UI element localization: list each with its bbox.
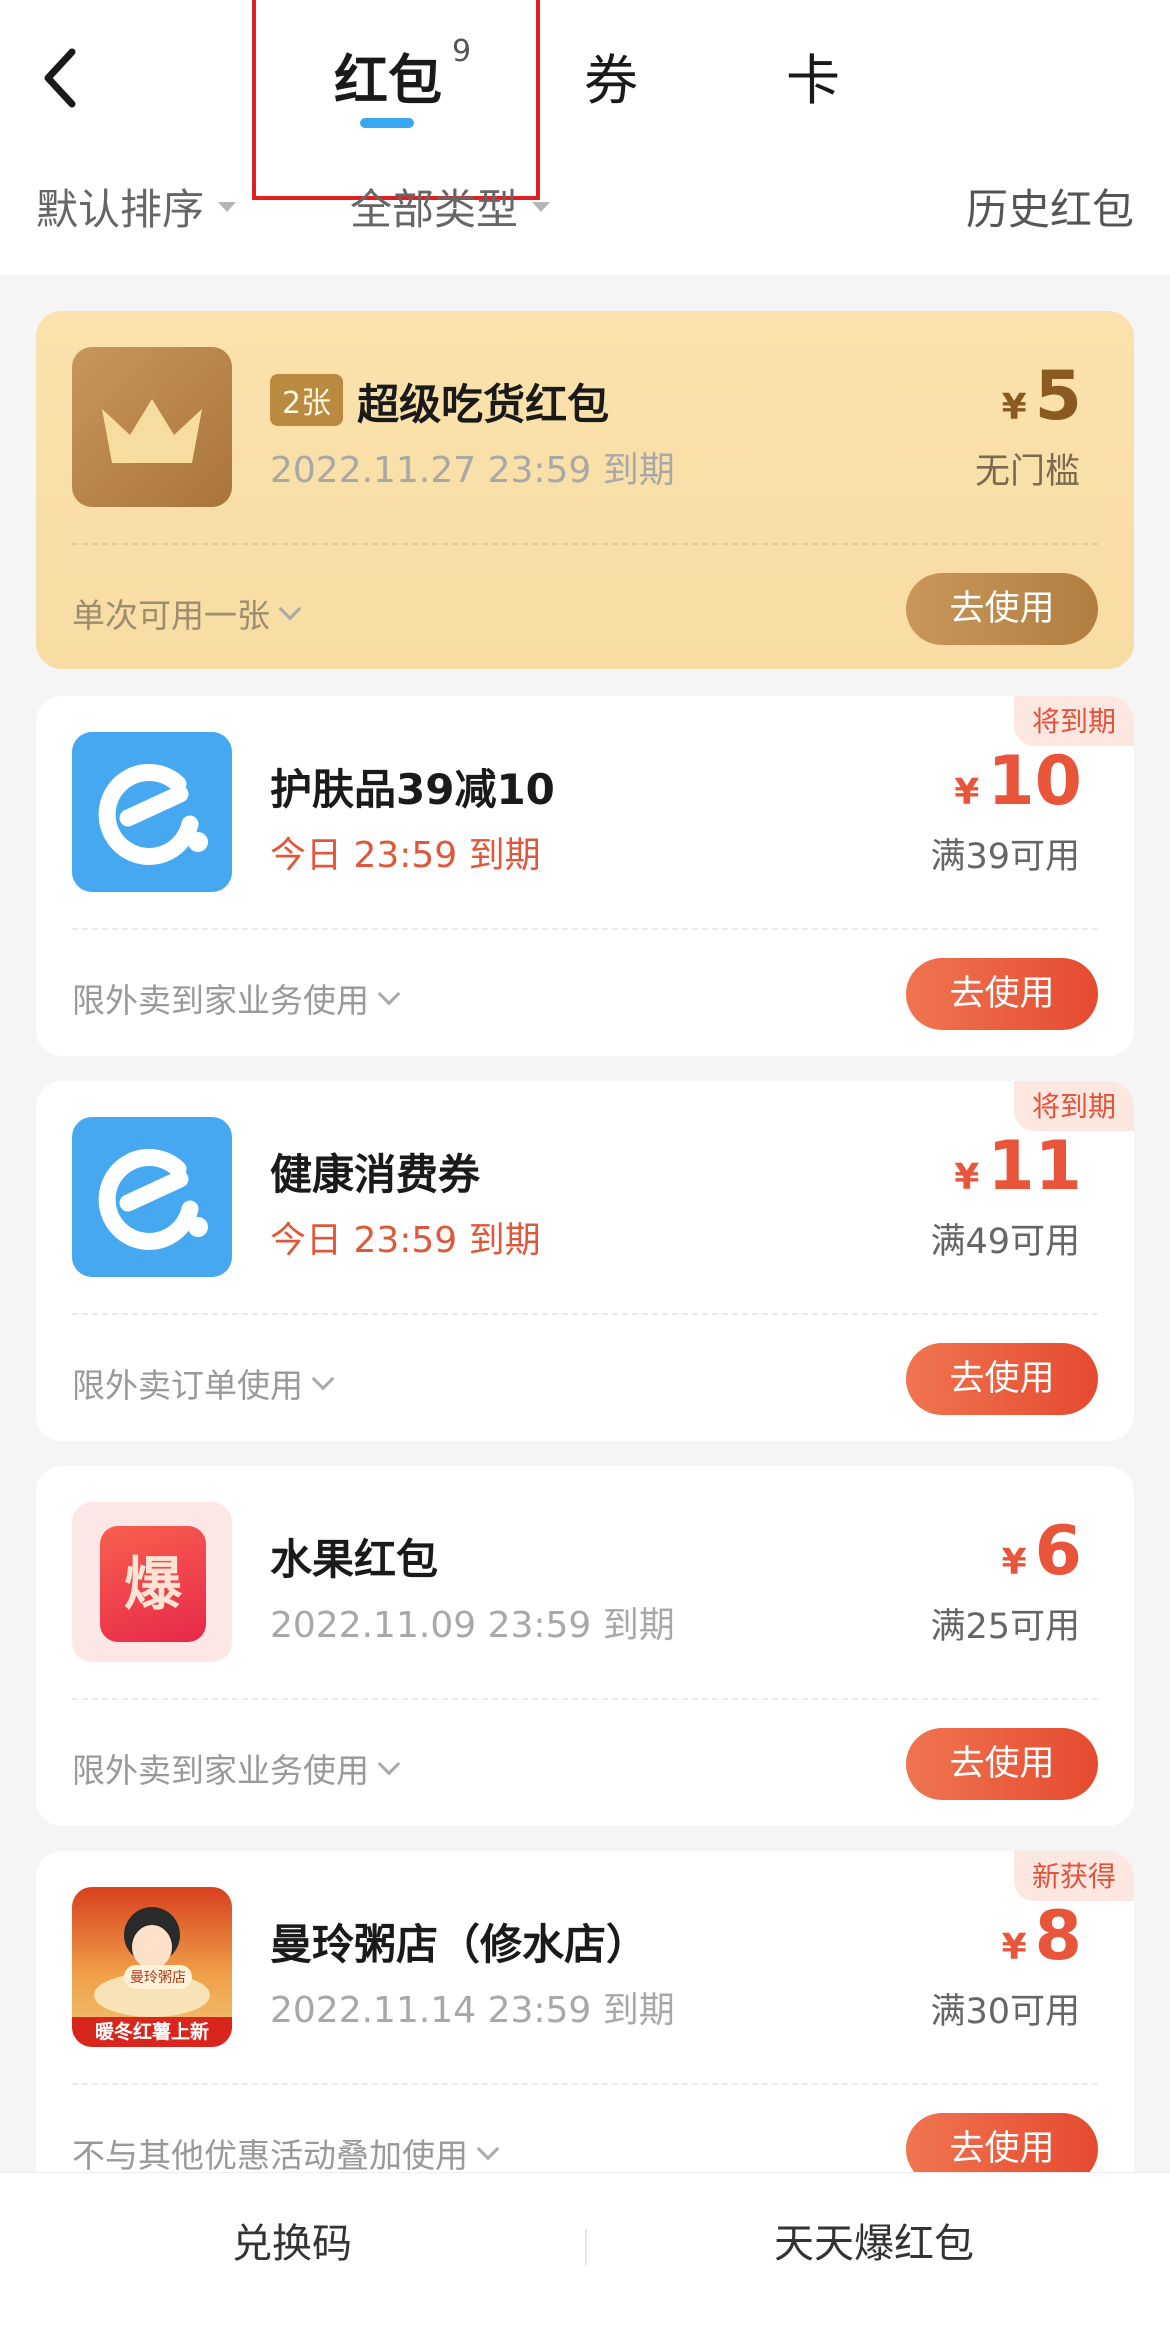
sort-label: 默认排序 (36, 185, 205, 234)
currency-symbol: ¥ (954, 772, 980, 813)
card-amount: ¥11 (954, 1127, 1082, 1206)
store-banner-text: 暖冬红薯上新 (72, 2017, 232, 2047)
divider (72, 543, 1098, 545)
caret-down-icon (218, 201, 237, 212)
card-title: 曼玲粥店（修水店） (270, 1920, 649, 1969)
redeem-code-button[interactable]: 兑换码 (232, 2211, 352, 2269)
card-note-toggle[interactable]: 不与其他优惠活动叠加使用 (72, 2129, 500, 2177)
card-amount: ¥10 (954, 742, 1082, 821)
card-expiry: 2022.11.09 23:59 到期 (270, 1605, 675, 1646)
new-tag: 新获得 (1013, 1851, 1134, 1901)
redpacket-card[interactable]: 将到期 健康消费券 今日 23:59 到期 ¥11 满49可用 限外卖订单使用 … (36, 1081, 1134, 1441)
redpacket-card[interactable]: 爆 水果红包 2022.11.09 23:59 到期 ¥6 满25可用 限外卖到… (36, 1466, 1134, 1826)
count-badge: 2张 (270, 374, 344, 426)
card-note-toggle[interactable]: 单次可用一张 (72, 589, 302, 637)
chevron-down-icon (476, 2137, 500, 2161)
card-condition: 满39可用 (930, 837, 1080, 877)
top-bar: 红包 9 券 卡 默认排序 全部类型 历史红包 (0, 0, 1170, 275)
back-button[interactable] (30, 30, 100, 120)
card-note-text: 单次可用一张 (72, 596, 270, 635)
card-title: 健康消费券 (270, 1150, 481, 1199)
sort-dropdown[interactable]: 默认排序 (36, 176, 237, 237)
chevron-down-icon (311, 1367, 335, 1391)
chevron-down-icon (278, 597, 302, 621)
card-title: 2张 超级吃货红包 (270, 371, 609, 432)
divider (72, 1698, 1098, 1700)
card-condition: 满30可用 (930, 1992, 1080, 2032)
divider (72, 2083, 1098, 2085)
store-logo-icon: 曼玲粥店 暖冬红薯上新 (72, 1887, 232, 2047)
chevron-down-icon (377, 1752, 401, 1776)
tab-card-label: 卡 (786, 49, 840, 112)
card-amount: ¥6 (1002, 1512, 1082, 1591)
bottom-divider (585, 2229, 587, 2265)
card-note-toggle[interactable]: 限外卖到家业务使用 (72, 1744, 401, 1792)
expiring-tag: 将到期 (1013, 1081, 1134, 1131)
amount-value: 11 (987, 1127, 1082, 1206)
card-note-toggle[interactable]: 限外卖到家业务使用 (72, 974, 401, 1022)
history-link[interactable]: 历史红包 (966, 176, 1134, 237)
use-button[interactable]: 去使用 (906, 1728, 1098, 1800)
card-expiry: 今日 23:59 到期 (270, 835, 541, 876)
amount-value: 6 (1034, 1512, 1082, 1591)
card-note-text: 限外卖到家业务使用 (72, 1751, 369, 1790)
card-expiry: 2022.11.27 23:59 到期 (270, 450, 675, 491)
store-sign-text: 曼玲粥店 (124, 1965, 192, 1989)
card-condition: 满25可用 (930, 1607, 1080, 1647)
eleme-logo-icon (72, 1117, 232, 1277)
amount-value: 8 (1034, 1897, 1082, 1976)
card-title-text: 超级吃货红包 (357, 380, 610, 429)
card-note-text: 限外卖订单使用 (72, 1366, 303, 1405)
bao-icon: 爆 (72, 1502, 232, 1662)
type-dropdown[interactable]: 全部类型 (350, 176, 551, 237)
card-expiry: 2022.11.14 23:59 到期 (270, 1990, 675, 2031)
chevron-down-icon (377, 982, 401, 1006)
card-note-text: 不与其他优惠活动叠加使用 (72, 2136, 468, 2175)
tab-coupon[interactable]: 券 (584, 36, 638, 115)
amount-value: 5 (1034, 357, 1082, 436)
redpacket-card[interactable]: 新获得 曼玲粥店 暖冬红薯上新 曼玲粥店（修水店） 2022.11.14 23:… (36, 1851, 1134, 2211)
tab-coupon-label: 券 (584, 49, 638, 112)
amount-value: 10 (987, 742, 1082, 821)
expiring-tag: 将到期 (1013, 696, 1134, 746)
redpacket-card[interactable]: 2张 超级吃货红包 2022.11.27 23:59 到期 ¥5 无门槛 单次可用… (36, 311, 1134, 669)
redpacket-card[interactable]: 将到期 护肤品39减10 今日 23:59 到期 ¥10 满39可用 限外卖到家… (36, 696, 1134, 1056)
tab-card[interactable]: 卡 (786, 36, 840, 115)
card-amount: ¥8 (1002, 1897, 1082, 1976)
divider (72, 1313, 1098, 1315)
card-title: 护肤品39减10 (270, 765, 555, 814)
type-label: 全部类型 (350, 185, 519, 234)
bottom-bar: 兑换码 天天爆红包 (0, 2172, 1170, 2340)
bao-badge: 爆 (100, 1526, 206, 1642)
back-arrow-icon (44, 48, 76, 108)
caret-down-icon (532, 201, 551, 212)
card-title: 水果红包 (270, 1535, 439, 1584)
card-condition: 满49可用 (930, 1222, 1080, 1262)
card-note-toggle[interactable]: 限外卖订单使用 (72, 1359, 335, 1407)
eleme-logo-icon (72, 732, 232, 892)
use-button[interactable]: 去使用 (906, 1343, 1098, 1415)
card-note-text: 限外卖到家业务使用 (72, 981, 369, 1020)
currency-symbol: ¥ (954, 1157, 980, 1198)
crown-icon (72, 347, 232, 507)
divider (72, 928, 1098, 930)
currency-symbol: ¥ (1001, 1927, 1027, 1968)
currency-symbol: ¥ (1001, 387, 1027, 428)
card-condition: 无门槛 (974, 452, 1080, 492)
highlight-box (252, 0, 540, 200)
history-label: 历史红包 (965, 185, 1134, 234)
use-button[interactable]: 去使用 (906, 573, 1098, 645)
card-expiry: 今日 23:59 到期 (270, 1220, 541, 1261)
currency-symbol: ¥ (1001, 1542, 1027, 1583)
use-button[interactable]: 去使用 (906, 958, 1098, 1030)
daily-redpacket-button[interactable]: 天天爆红包 (774, 2211, 974, 2269)
card-amount: ¥5 (1002, 357, 1082, 436)
